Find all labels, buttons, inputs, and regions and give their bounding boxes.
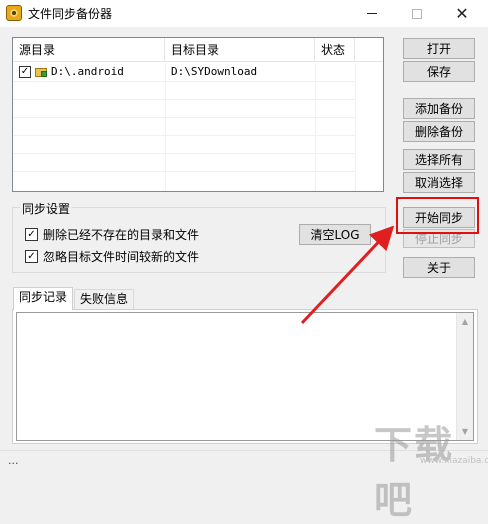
watermark-text: 下载吧 bbox=[374, 423, 455, 522]
scroll-up-icon[interactable]: ▲ bbox=[457, 313, 473, 330]
clear-log-button[interactable]: 清空LOG bbox=[299, 224, 371, 245]
grid-line bbox=[13, 81, 355, 82]
start-sync-highlight bbox=[396, 197, 479, 234]
app-icon bbox=[6, 5, 22, 21]
folder-sync-icon bbox=[35, 66, 47, 77]
backup-list[interactable]: 源目录 目标目录 状态 ✓ D:\.android D:\SYDownload bbox=[12, 37, 384, 192]
watermark-logo: 下载吧 www.xiazaiba.com bbox=[350, 408, 488, 522]
grid-line bbox=[13, 117, 355, 118]
row-target-path: D:\SYDownload bbox=[171, 65, 258, 78]
add-backup-button[interactable]: 添加备份 bbox=[403, 98, 475, 119]
grid-line bbox=[13, 171, 355, 172]
about-button[interactable]: 关于 bbox=[403, 257, 475, 278]
checkbox-delete-missing[interactable]: ✓ bbox=[25, 227, 38, 241]
column-header-status[interactable]: 状态 bbox=[315, 38, 355, 62]
option-ignore-newer[interactable]: ✓ 忽略目标文件时间较新的文件 bbox=[25, 248, 199, 264]
close-button[interactable]: ✕ bbox=[440, 0, 484, 27]
checkbox-ignore-newer[interactable]: ✓ bbox=[25, 249, 38, 263]
table-row[interactable]: ✓ D:\.android D:\SYDownload bbox=[13, 63, 355, 81]
column-header-target[interactable]: 目标目录 bbox=[165, 38, 315, 62]
minimize-button[interactable] bbox=[350, 0, 394, 27]
list-header: 源目录 目标目录 状态 bbox=[13, 38, 383, 62]
close-icon: ✕ bbox=[455, 4, 469, 23]
open-button[interactable]: 打开 bbox=[403, 38, 475, 59]
save-button[interactable]: 保存 bbox=[403, 61, 475, 82]
row-checkbox[interactable]: ✓ bbox=[19, 66, 31, 78]
sync-settings-title: 同步设置 bbox=[20, 200, 73, 217]
row-source-path: D:\.android bbox=[51, 65, 124, 78]
column-header-source[interactable]: 源目录 bbox=[13, 38, 165, 62]
grid-line bbox=[13, 153, 355, 154]
window-title: 文件同步备份器 bbox=[28, 7, 113, 21]
grid-line bbox=[355, 63, 356, 191]
tab-sync-log[interactable]: 同步记录 bbox=[13, 287, 74, 310]
maximize-icon bbox=[412, 8, 422, 19]
minimize-icon bbox=[367, 13, 377, 14]
delete-backup-button[interactable]: 删除备份 bbox=[403, 121, 475, 142]
status-text: ... bbox=[8, 454, 19, 467]
tab-failure-info[interactable]: 失败信息 bbox=[74, 289, 135, 309]
grid-line bbox=[13, 135, 355, 136]
option-delete-missing[interactable]: ✓ 删除已经不存在的目录和文件 bbox=[25, 226, 199, 242]
select-all-button[interactable]: 选择所有 bbox=[403, 149, 475, 170]
grid-line bbox=[13, 99, 355, 100]
maximize-button bbox=[395, 0, 439, 27]
watermark-subtext: www.xiazaiba.com bbox=[420, 456, 488, 466]
deselect-button[interactable]: 取消选择 bbox=[403, 172, 475, 193]
option-delete-missing-label: 删除已经不存在的目录和文件 bbox=[43, 227, 200, 242]
option-ignore-newer-label: 忽略目标文件时间较新的文件 bbox=[43, 249, 200, 264]
title-bar: 文件同步备份器 ✕ bbox=[0, 0, 488, 27]
